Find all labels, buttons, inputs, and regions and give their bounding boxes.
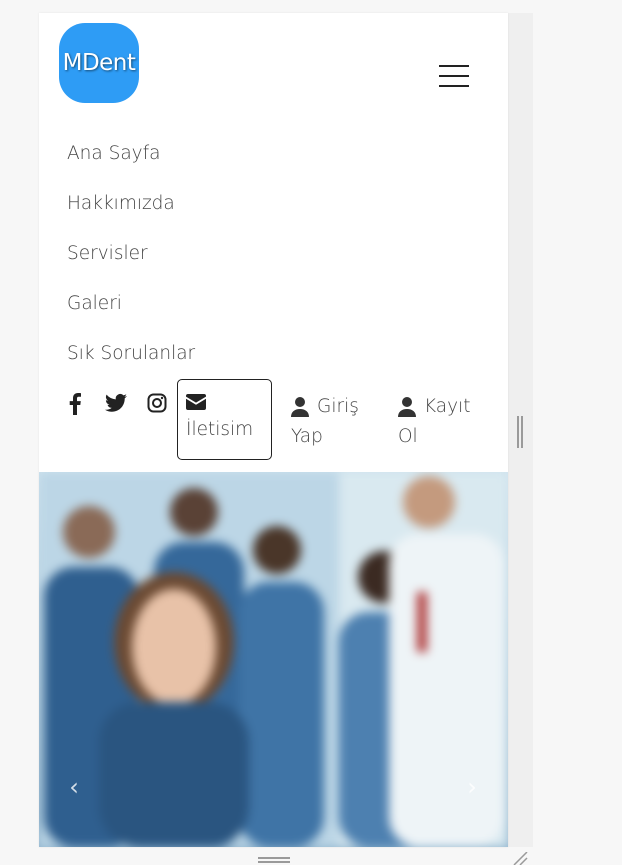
instagram-icon[interactable]: [147, 393, 167, 417]
nav-item-about[interactable]: Hakkımızda: [67, 191, 195, 241]
facebook-icon[interactable]: [68, 393, 82, 417]
register-label-line2: Ol: [398, 426, 418, 447]
menu-toggle-button[interactable]: [437, 63, 471, 91]
twitter-icon[interactable]: [105, 393, 127, 417]
register-label-line1: Kayıt: [424, 396, 471, 417]
carousel-prev-button[interactable]: ‹: [59, 772, 89, 802]
login-label-line2: Yap: [291, 426, 323, 447]
user-icon: [398, 397, 416, 417]
carousel-next-button[interactable]: ›: [457, 772, 487, 802]
main-nav: Ana Sayfa Hakkımızda Servisler Galeri Sı…: [67, 141, 195, 391]
user-icon: [291, 397, 309, 417]
brand-logo[interactable]: MDent: [59, 23, 139, 103]
nav-item-home[interactable]: Ana Sayfa: [67, 141, 195, 191]
vertical-resize-handle[interactable]: [517, 416, 523, 448]
nav-item-gallery[interactable]: Galeri: [67, 291, 195, 341]
register-button[interactable]: Kayıt Ol: [398, 392, 488, 452]
login-button[interactable]: Giriş Yap: [291, 392, 381, 452]
login-label-line1: Giriş: [317, 396, 359, 417]
corner-resize-grip[interactable]: [512, 852, 528, 865]
horizontal-resize-handle[interactable]: [258, 857, 290, 865]
hamburger-line: [439, 85, 469, 87]
contact-label: İletisim: [186, 419, 254, 440]
hero-image-medical-team: [39, 472, 508, 847]
hamburger-line: [439, 65, 469, 67]
contact-button[interactable]: İletisim: [177, 379, 272, 460]
envelope-icon: [186, 394, 206, 410]
hamburger-line: [439, 75, 469, 77]
hero-carousel: ‹ ›: [39, 472, 508, 847]
mobile-viewport: MDent Ana Sayfa Hakkımızda Servisler Gal…: [39, 13, 508, 847]
nav-item-faq[interactable]: Sık Sorulanlar: [67, 341, 195, 391]
brand-logo-text: MDent: [62, 50, 136, 76]
nav-item-services[interactable]: Servisler: [67, 241, 195, 291]
